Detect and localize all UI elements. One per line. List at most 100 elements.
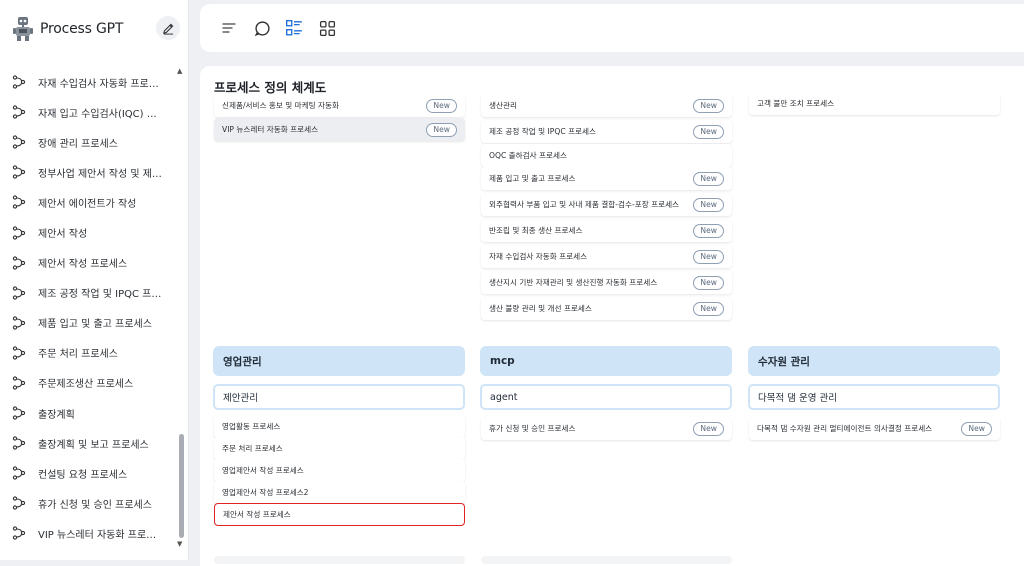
grid-view-button[interactable] <box>318 19 336 37</box>
new-chat-button[interactable] <box>156 16 180 40</box>
subcategory-header-dam[interactable]: 다목적 댐 운영 관리 <box>748 384 1000 410</box>
process-item[interactable]: 신제품/서비스 홍보 및 마케팅 자동화 New <box>214 94 465 117</box>
process-flow-icon <box>12 436 26 450</box>
process-item[interactable]: 고객 불만 조치 프로세스 <box>749 92 1000 115</box>
sidebar-process-label: 자재 수입검사 자동화 프로세스 <box>38 78 163 90</box>
process-item[interactable]: 제조 공정 작업 및 IPQC 프로세스 New <box>481 120 732 143</box>
process-item-label: 생산관리 <box>489 101 517 110</box>
process-item-label: 영업제안서 작성 프로세스2 <box>222 488 309 497</box>
sidebar-process-label: 제안서 작성 <box>38 229 88 241</box>
sidebar-process-item[interactable]: 장애 관리 프로세스 <box>0 127 176 157</box>
sidebar-process-label: 제안서 에이전트가 작성 <box>38 198 137 210</box>
scrollbar-thumb[interactable] <box>179 434 184 538</box>
category-title: 수자원 관리 <box>758 355 810 368</box>
sidebar-process-item[interactable]: 제안서 작성 <box>0 217 176 247</box>
process-item[interactable]: 자재 수입검사 자동화 프로세스 New <box>481 245 732 268</box>
process-item-label: 다목적 댐 수자원 관리 멀티에이전트 의사결정 프로세스 <box>757 424 933 433</box>
process-item-label: 주문 처리 프로세스 <box>222 444 283 453</box>
process-item-label: 고객 불만 조치 프로세스 <box>757 99 835 108</box>
process-item[interactable]: 생산관리 New <box>481 94 732 117</box>
next-row-placeholder <box>481 556 732 564</box>
sidebar-process-label: 장애 관리 프로세스 <box>38 138 118 150</box>
sidebar-process-item[interactable]: 주문제조생산 프로세스 <box>0 368 176 398</box>
new-badge: New <box>693 125 724 139</box>
category-title: mcp <box>490 355 515 367</box>
process-item-label: 반조립 및 최종 생산 프로세스 <box>489 226 583 235</box>
sidebar-process-label: 자재 입고 수입검사(IQC) 프로세스 <box>38 108 163 120</box>
category-title: 영업관리 <box>223 355 262 368</box>
sidebar-process-item[interactable]: 제안서 에이전트가 작성 <box>0 187 176 217</box>
process-item[interactable]: 영업제안서 작성 프로세스2 <box>214 481 465 504</box>
sidebar-process-item[interactable]: 컨설팅 요청 프로세스 <box>0 458 176 488</box>
sidebar-process-label: 출장계획 및 보고 프로세스 <box>38 439 149 451</box>
process-flow-icon <box>12 195 26 210</box>
process-item-label: 제품 입고 및 출고 프로세스 <box>489 174 576 183</box>
process-item-label: 영업활동 프로세스 <box>222 422 281 431</box>
new-badge: New <box>426 99 457 113</box>
category-header-sales[interactable]: 영업관리 <box>213 346 465 376</box>
process-item-label: 휴가 신청 및 승인 프로세스 <box>489 424 576 433</box>
process-item-label: 외주협력사 부품 입고 및 사내 제품 결합-검수-포장 프로세스 <box>489 200 680 209</box>
sidebar-process-item[interactable]: 휴가 신청 및 승인 프로세스 <box>0 488 176 518</box>
sidebar-process-item[interactable]: 주문 처리 프로세스 <box>0 338 176 368</box>
process-item[interactable]: 주문 처리 프로세스 <box>214 437 465 460</box>
process-item[interactable]: OQC 출하검사 프로세스 <box>481 144 732 167</box>
chat-button[interactable] <box>253 19 271 37</box>
process-flow-icon <box>12 406 26 420</box>
sidebar-process-item[interactable]: 제안서 작성 프로세스 <box>0 248 176 278</box>
new-badge: New <box>693 172 724 186</box>
process-item-label: 제조 공정 작업 및 IPQC 프로세스 <box>489 127 597 136</box>
process-item-label: 생산 불량 관리 및 개선 프로세스 <box>489 304 592 313</box>
sidebar-process-label: 주문제조생산 프로세스 <box>38 379 134 391</box>
process-item-label: 영업제안서 작성 프로세스 <box>222 466 304 475</box>
process-item[interactable]: 생산 불량 관리 및 개선 프로세스 New <box>481 297 732 320</box>
process-map-panel: 프로세스 정의 체계도 신제품/서비스 홍보 및 마케팅 자동화 New VIP… <box>200 66 1024 566</box>
process-item-selected[interactable]: VIP 뉴스레터 자동화 프로세스 New <box>214 118 465 141</box>
sidebar-process-item[interactable]: 출장계획 및 보고 프로세스 <box>0 428 176 458</box>
brand: Process GPT <box>12 14 180 44</box>
sidebar-process-item[interactable]: 제품 입고 및 출고 프로세스 <box>0 308 176 338</box>
sidebar-process-item[interactable]: 제조 공정 작업 및 IPQC 프로세스 <box>0 278 176 308</box>
subcategory-header-agent[interactable]: agent <box>480 384 732 410</box>
subcategory-title: 제안관리 <box>223 393 258 404</box>
process-item[interactable]: 휴가 신청 및 승인 프로세스 New <box>481 417 732 440</box>
sidebar-process-item[interactable]: 자재 수입검사 자동화 프로세스 <box>0 67 176 97</box>
new-badge: New <box>693 99 724 113</box>
process-item[interactable]: 영업제안서 작성 프로세스 <box>214 459 465 482</box>
process-item[interactable]: 생산지시 기반 자재관리 및 생산진행 자동화 프로세스 New <box>481 271 732 294</box>
category-header-water[interactable]: 수자원 관리 <box>748 346 1000 376</box>
process-item-highlighted[interactable]: 제안서 작성 프로세스 <box>214 503 465 526</box>
process-item[interactable]: 외주협력사 부품 입고 및 사내 제품 결합-검수-포장 프로세스 New <box>481 193 732 216</box>
scroll-up-arrow-icon[interactable]: ▲ <box>177 67 185 75</box>
scroll-down-arrow-icon[interactable]: ▼ <box>177 540 185 548</box>
process-flow-icon <box>12 225 26 240</box>
process-flow-icon <box>12 165 26 179</box>
sidebar-process-label: 출장계획 <box>38 409 75 421</box>
process-item[interactable]: 다목적 댐 수자원 관리 멀티에이전트 의사결정 프로세스 New <box>749 417 1000 440</box>
process-item-label: 신제품/서비스 홍보 및 마케팅 자동화 <box>222 101 340 110</box>
sidebar-process-label: 제안서 작성 프로세스 <box>38 259 128 271</box>
menu-button[interactable] <box>220 19 238 37</box>
category-header-mcp[interactable]: mcp <box>480 346 732 376</box>
sidebar-process-label: VIP 뉴스레터 자동화 프로세스 <box>38 529 163 541</box>
process-item-label: 자재 수입검사 자동화 프로세스 <box>489 252 588 261</box>
edit-icon <box>162 23 173 35</box>
process-flow-icon <box>12 316 26 330</box>
list-view-button[interactable] <box>285 19 303 37</box>
menu-lines-icon <box>222 23 236 33</box>
sidebar-process-item[interactable]: 자재 입고 수입검사(IQC) 프로세스 <box>0 97 176 127</box>
subcategory-header-proposal[interactable]: 제안관리 <box>213 384 465 410</box>
process-item[interactable]: 영업활동 프로세스 <box>214 415 465 438</box>
sidebar-process-item[interactable]: VIP 뉴스레터 자동화 프로세스 <box>0 518 176 548</box>
robot-logo-icon <box>13 17 33 41</box>
new-badge: New <box>693 302 724 316</box>
process-flow-icon <box>12 466 26 480</box>
process-flow-icon <box>12 286 26 300</box>
process-item[interactable]: 반조립 및 최종 생산 프로세스 New <box>481 219 732 242</box>
process-item[interactable]: 제품 입고 및 출고 프로세스 New <box>481 167 732 190</box>
app-title: Process GPT <box>40 21 124 37</box>
process-flow-icon <box>12 135 26 149</box>
sidebar-process-item[interactable]: 정부사업 제안서 작성 및 제출 프로세스 <box>0 157 176 187</box>
sidebar-process-item[interactable]: 출장계획 <box>0 398 176 428</box>
new-badge: New <box>693 276 724 290</box>
